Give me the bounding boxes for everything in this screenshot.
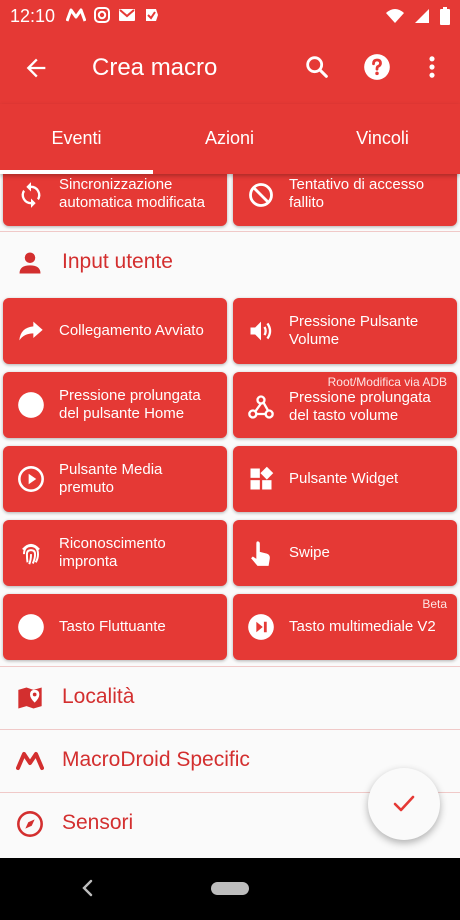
- play-circle-icon: [18, 466, 44, 492]
- compass-icon: [17, 811, 43, 837]
- tasks-icon: [146, 9, 158, 21]
- section-localita[interactable]: Località: [0, 666, 460, 728]
- trigger-card-label: Collegamento Avviato: [59, 322, 204, 339]
- signal-icon: [415, 9, 429, 23]
- system-nav-bar: [0, 858, 460, 920]
- tab-vincoli[interactable]: Vincoli: [306, 128, 459, 149]
- section-title: Sensori: [62, 811, 134, 834]
- swipe-hand-icon: [251, 541, 270, 566]
- nav-home-pill-icon[interactable]: [211, 882, 249, 896]
- trigger-card-label: Pressione Pulsante Volume: [289, 313, 419, 348]
- trigger-card-sync[interactable]: Sincronizzazione automatica modificata: [3, 174, 227, 226]
- sync-icon: [21, 182, 41, 208]
- macrodroid-icon: [66, 8, 86, 22]
- section-title: MacroDroid Specific: [62, 748, 250, 771]
- block-icon: [249, 183, 273, 207]
- tab-indicator: [0, 170, 153, 174]
- map-pin-icon: [18, 687, 42, 709]
- section-title: Input utente: [62, 250, 173, 273]
- trigger-card-label: Pulsante Media premuto: [59, 461, 163, 496]
- wifi-icon: [386, 9, 404, 23]
- battery-icon: [440, 7, 450, 25]
- circle-icon: [18, 614, 44, 640]
- section-title: Località: [62, 685, 135, 708]
- tab-bar: Eventi Azioni Vincoli: [0, 104, 460, 174]
- search-icon[interactable]: [303, 53, 331, 81]
- app-bar: Crea macro: [0, 32, 460, 104]
- trigger-card-label: Pulsante Widget: [289, 470, 399, 487]
- nav-back-icon[interactable]: [80, 878, 96, 898]
- tab-eventi[interactable]: Eventi: [0, 128, 153, 149]
- trigger-card-label: Tentativo di accesso fallito: [289, 176, 425, 211]
- trigger-card[interactable]: Riconoscimento impronta: [3, 520, 227, 586]
- gmail-icon: [119, 9, 135, 21]
- trigger-card-label: Pressione prolungata del tasto volume: [289, 389, 431, 424]
- circle-icon: [18, 392, 44, 418]
- trigger-card[interactable]: Pulsante Media premuto: [3, 446, 227, 512]
- more-options-icon[interactable]: [418, 53, 446, 81]
- check-icon: [393, 795, 415, 812]
- trigger-card[interactable]: Collegamento Avviato: [3, 298, 227, 364]
- trigger-list[interactable]: Sincronizzazione automatica modificata T…: [0, 174, 460, 858]
- instagram-icon: [94, 7, 110, 23]
- trigger-card[interactable]: Root/Modifica via ADB Pressione prolunga…: [233, 372, 457, 438]
- trigger-card-label: Tasto Fluttuante: [59, 618, 166, 635]
- trigger-card[interactable]: Pressione Pulsante Volume: [233, 298, 457, 364]
- trigger-card[interactable]: Pulsante Widget: [233, 446, 457, 512]
- beta-tag: Beta: [422, 597, 447, 611]
- trigger-card-label: Pressione prolungata del pulsante Home: [59, 387, 201, 422]
- root-adb-tag: Root/Modifica via ADB: [327, 375, 447, 389]
- trigger-card-failed-login[interactable]: Tentativo di accesso fallito: [233, 174, 457, 226]
- share-arrow-icon: [19, 321, 43, 341]
- fingerprint-icon: [22, 543, 40, 565]
- trigger-card-label: Swipe: [289, 544, 330, 561]
- volume-icon: [250, 321, 272, 341]
- trigger-card[interactable]: Beta Tasto multimediale V2: [233, 594, 457, 660]
- trigger-card-label: Sincronizzazione automatica modificata: [59, 176, 205, 211]
- macrodroid-icon: [16, 752, 44, 770]
- trigger-card[interactable]: Tasto Fluttuante: [3, 594, 227, 660]
- confirm-fab-button[interactable]: [368, 768, 440, 840]
- back-arrow-icon[interactable]: [22, 54, 50, 82]
- tab-azioni[interactable]: Azioni: [153, 128, 306, 149]
- trigger-card-label: Riconoscimento impronta: [59, 535, 166, 570]
- trigger-card[interactable]: Swipe: [233, 520, 457, 586]
- trigger-card[interactable]: Pressione prolungata del pulsante Home: [3, 372, 227, 438]
- trigger-card-label: Tasto multimediale V2: [289, 618, 436, 635]
- help-icon[interactable]: [363, 53, 391, 81]
- status-bar: 12:10: [0, 0, 460, 32]
- person-icon: [19, 252, 41, 274]
- webhook-icon: [248, 395, 274, 419]
- section-input-utente[interactable]: Input utente: [0, 231, 460, 293]
- status-time: 12:10: [10, 6, 56, 26]
- widgets-icon: [250, 466, 274, 490]
- skip-play-icon: [248, 614, 274, 640]
- page-title: Crea macro: [92, 54, 218, 81]
